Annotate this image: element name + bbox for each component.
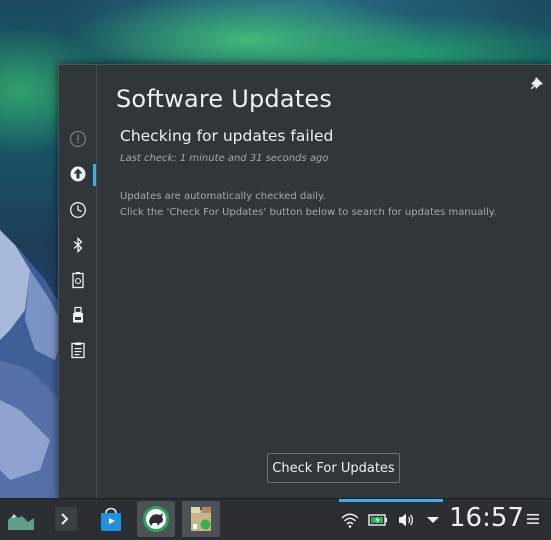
last-check-text: Last check: 1 minute and 31 seconds ago [120,153,329,164]
battery-device-icon[interactable] [69,271,87,289]
software-updates-icon[interactable] [69,165,87,183]
package-box-icon [191,507,211,531]
taskbar-panel: 16:57 [0,498,551,540]
expand-tray-arrow-icon[interactable] [423,510,443,530]
pin-icon[interactable] [530,77,544,91]
tray-popup-indicator [339,499,443,502]
battery-icon[interactable] [368,510,388,530]
volume-icon[interactable] [396,510,416,530]
terminal-icon [55,507,77,531]
info-line: Click the 'Check For Updates' button bel… [120,207,497,218]
popup-title: Software Updates [116,85,333,113]
update-status-heading: Checking for updates failed [120,127,334,145]
info-line: Updates are automatically checked daily. [120,191,326,202]
panel-menu-icon[interactable] [526,511,540,527]
dolphin-file-manager-task[interactable] [137,501,175,537]
bluetooth-icon[interactable] [69,236,87,254]
store-bag-icon [101,507,121,531]
active-applet-marker [93,164,96,186]
info-text: Updates are automatically checked daily.… [120,189,496,221]
applet-side-rail [59,65,97,499]
application-launcher[interactable] [2,501,40,537]
discover-store-launcher[interactable] [92,501,130,537]
package-installer-task[interactable] [182,501,220,537]
check-for-updates-button[interactable]: Check For Updates [267,453,400,483]
usb-device-icon[interactable] [69,306,87,324]
konsole-launcher[interactable] [47,501,85,537]
software-updates-popup: Software Updates Checking for updates fa… [58,64,551,499]
file-manager-icon [143,506,169,532]
notifications-icon[interactable] [69,130,87,148]
application-launcher-icon [8,508,34,530]
digital-clock[interactable]: 16:57 [449,503,524,533]
clock-icon[interactable] [69,201,87,219]
wifi-icon[interactable] [340,510,360,530]
clipboard-icon[interactable] [69,341,87,359]
